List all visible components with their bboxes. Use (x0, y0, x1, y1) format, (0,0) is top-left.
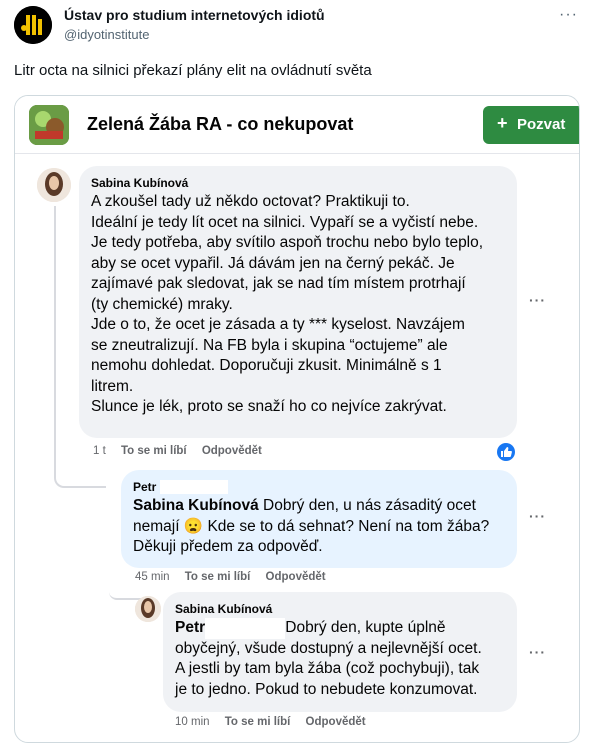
like-link[interactable]: To se mi líbí (185, 571, 251, 583)
author-handle[interactable]: @idyotinstitute (64, 27, 149, 42)
reply-line: je to jedno. Pokud to nebudete konzumova… (175, 680, 478, 698)
comment-line: litrem. (91, 377, 134, 395)
reply-actions: 45 min To se mi líbí Odpovědět (135, 571, 338, 583)
mention-tag[interactable]: Petr (175, 619, 205, 636)
group-title[interactable]: Zelená Žába RA - co nekupovat (87, 114, 353, 135)
tweet-media-image[interactable]: Zelená Žába RA - co nekupovat + Pozvat S… (14, 95, 580, 743)
comment-more-icon[interactable]: ··· (529, 292, 546, 308)
reply-text-part: Kde se to dá sehnat? Není na tom žába? (203, 517, 490, 535)
reply-author[interactable]: Sabina Kubínová (175, 602, 272, 616)
idiot-logo-icon (14, 6, 52, 44)
fb-group-header: Zelená Žába RA - co nekupovat + Pozvat (15, 96, 579, 154)
tweet-text: Litr octa na silnici překazí plány elit … (14, 62, 372, 79)
invite-label: Pozvat (517, 116, 566, 133)
comment-line: aby se ocet vypařil. Já dávám jen na čer… (91, 254, 455, 272)
comment-line: Slunce je lék, proto se snaží ho co nejv… (91, 398, 447, 415)
reply-more-icon[interactable]: ··· (529, 644, 546, 660)
reply-line: Děkuji předem za odpověď. (133, 538, 323, 555)
reply-link[interactable]: Odpovědět (266, 571, 326, 583)
comment-actions: 1 t To se mi líbí Odpovědět (93, 445, 274, 457)
reply-text: PetrXxxxxxxxxxDobrý den, kupte úplně oby… (175, 618, 513, 700)
comment-line: A zkoušel tady už někdo octovat? Praktik… (91, 193, 410, 210)
worried-face-icon: 😦 (183, 517, 204, 535)
reply-link[interactable]: Odpovědět (202, 445, 262, 457)
reply-text-part: Dobrý den, u nás zásaditý ocet (258, 497, 476, 514)
comment-line: nemohu dohledat. Doporučuji zkusit. Mini… (91, 357, 442, 374)
comment-line: Je tedy potřeba, aby svítilo aspoň troch… (91, 234, 484, 251)
avatar[interactable] (135, 596, 161, 622)
author-name[interactable]: Ústav pro studium internetových idiotů (64, 7, 325, 23)
reply-line: PetrXxxxxxxxxxDobrý den, kupte úplně (175, 618, 513, 639)
comment-line: se zneutralizují. Na FB byla i skupina “… (91, 336, 448, 354)
mention-tag[interactable]: Sabina Kubínová (133, 497, 259, 514)
reply-text-part: nemají (133, 517, 184, 535)
reply-link[interactable]: Odpovědět (306, 716, 366, 728)
comment-bubble: Sabina Kubínová A zkoušel tady už někdo … (79, 166, 517, 438)
like-reaction-icon[interactable] (497, 443, 515, 461)
reply-line: A jestli by tam byla žába (což pochybuji… (175, 660, 480, 677)
comment-line: (ty chemické) mraky. (91, 295, 233, 313)
reply-bubble: Sabina Kubínová PetrXxxxxxxxxxDobrý den,… (163, 592, 517, 712)
reply-more-icon[interactable]: ··· (529, 508, 546, 524)
account-avatar[interactable] (14, 6, 52, 44)
more-options-icon[interactable]: ··· (559, 6, 578, 24)
reply-time[interactable]: 10 min (175, 716, 210, 728)
avatar[interactable] (37, 168, 71, 202)
comment-line: Jde o to, že ocet je zásada a ty *** kys… (91, 316, 465, 333)
reply-bubble: Petr Xxxxxxxxxx Sabina Kubínová Dobrý de… (121, 470, 517, 568)
reply-time[interactable]: 45 min (135, 571, 170, 583)
reply-text: Sabina Kubínová Dobrý den, u nás zásadit… (133, 496, 513, 558)
invite-button[interactable]: + Pozvat (483, 106, 579, 144)
comment-author[interactable]: Sabina Kubínová (91, 176, 188, 190)
comment-text: A zkoušel tady už někdo octovat? Praktik… (91, 192, 511, 418)
reply-line: obyčejný, všude dostupný a nejlevnější o… (175, 639, 482, 657)
thread-connector (54, 206, 106, 488)
reply-line: nemají 😦 Kde se to dá sehnat? Není na to… (133, 517, 513, 538)
like-link[interactable]: To se mi líbí (225, 716, 291, 728)
comment-line: Ideální je tedy lít ocet na silnici. Vyp… (91, 213, 479, 231)
reply-author-name[interactable]: Petr (133, 480, 156, 494)
tweet-header: Ústav pro studium internetových idiotů @… (14, 6, 582, 46)
reply-line: Sabina Kubínová Dobrý den, u nás zásadit… (133, 496, 513, 517)
reply-actions: 10 min To se mi líbí Odpovědět (175, 716, 378, 728)
plus-icon: + (497, 113, 508, 133)
redacted-name: Xxxxxxxxxx (159, 480, 228, 494)
like-link[interactable]: To se mi líbí (121, 445, 187, 457)
reply-author[interactable]: Petr Xxxxxxxxxx (133, 480, 228, 494)
comment-line: zajímavé pak sledovat, jak se nad tím mí… (91, 275, 466, 292)
group-icon[interactable] (29, 105, 69, 145)
reply-text-part: Dobrý den, kupte úplně (285, 619, 446, 636)
redacted-name: Xxxxxxxxxx (205, 618, 286, 639)
